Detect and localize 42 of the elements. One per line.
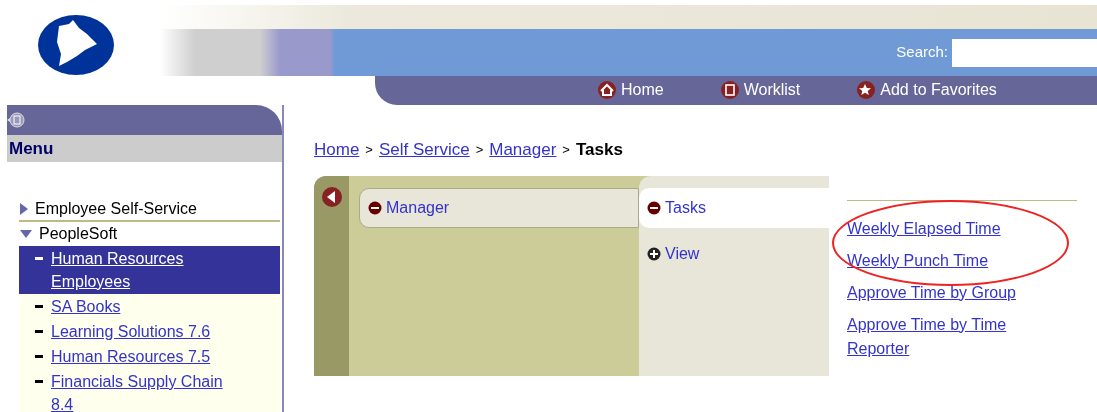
bullet-icon <box>35 330 43 333</box>
breadcrumb-link[interactable]: Home <box>314 137 360 163</box>
document-icon <box>719 80 740 101</box>
menu-link[interactable]: Human Resources 7.5 <box>51 345 241 368</box>
menu-link[interactable]: SA Books <box>51 295 241 318</box>
task-link[interactable]: Weekly Elapsed Time <box>847 216 1052 241</box>
plus-icon <box>647 246 661 261</box>
nav-link[interactable]: Home <box>597 78 664 103</box>
breadcrumb-current: Tasks <box>575 139 623 161</box>
home-icon <box>597 80 617 101</box>
search-label: Search: <box>896 42 948 63</box>
expanded-triangle-icon <box>19 229 33 239</box>
folder-tab[interactable]: View <box>639 233 829 274</box>
bullet-icon <box>35 355 43 358</box>
task-link[interactable]: Approve Time by Time Reporter <box>847 312 1052 361</box>
folder-tab[interactable]: Manager <box>359 187 639 228</box>
search-field[interactable] <box>952 38 1097 67</box>
folder-tab[interactable]: Tasks <box>639 187 829 228</box>
breadcrumb-separator: > <box>475 141 484 159</box>
bullet-icon <box>35 305 43 308</box>
breadcrumb-link[interactable]: Manager <box>489 137 557 163</box>
nav-link[interactable]: Worklist <box>719 78 801 103</box>
breadcrumb-separator: > <box>562 141 570 159</box>
menu-folder[interactable]: Employee Self-Service <box>19 198 280 222</box>
bullet-icon <box>35 380 43 383</box>
task-link[interactable]: Approve Time by Group <box>847 280 1052 305</box>
collapsed-triangle-icon <box>19 202 29 216</box>
minus-icon <box>368 200 382 215</box>
breadcrumb-separator: > <box>365 141 373 159</box>
logo-icon <box>37 14 115 76</box>
menu-link[interactable]: Learning Solutions 7.6 <box>51 320 241 343</box>
selected-menu-item[interactable]: Human Resources Employees <box>19 246 280 294</box>
collapse-icon[interactable] <box>7 111 25 129</box>
nav-link[interactable]: Add to Favorites <box>856 78 997 103</box>
menu-folder[interactable]: PeopleSoft <box>19 222 280 246</box>
bullet-icon <box>35 257 43 260</box>
breadcrumb-link[interactable]: Self Service <box>378 137 470 163</box>
menu-link[interactable]: Financials Supply Chain 8.4 <box>51 370 241 412</box>
task-link[interactable]: Weekly Punch Time <box>847 248 1052 273</box>
menu-title: Menu <box>9 137 54 160</box>
menu-link[interactable]: Human Resources Employees <box>51 247 241 293</box>
minus-icon <box>647 200 661 215</box>
